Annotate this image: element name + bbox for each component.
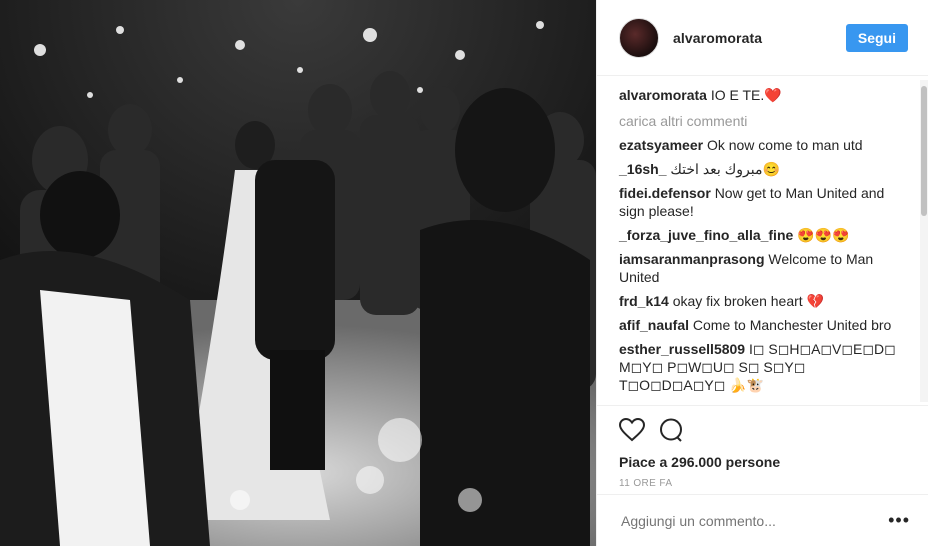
- comment-text: Ok now come to man utd: [706, 137, 863, 153]
- list-item: ezatsyameer Ok now come to man utd: [619, 136, 910, 154]
- comments-scrollbar[interactable]: [920, 80, 928, 402]
- list-item: _16sh_ مبروك بعد اختك😊: [619, 160, 910, 178]
- list-item: esther_russell5809 I◻ S◻H◻A◻V◻E◻D◻ M◻Y◻ …: [619, 340, 910, 394]
- comment-text: مبروك بعد اختك😊: [670, 161, 780, 177]
- post-photo[interactable]: [0, 0, 596, 546]
- load-more-comments[interactable]: carica altri commenti: [619, 112, 910, 130]
- more-options-icon[interactable]: •••: [888, 510, 910, 531]
- comment-text: okay fix broken heart 💔: [672, 293, 824, 309]
- comment-username[interactable]: esther_russell5809: [619, 341, 745, 357]
- comment-username[interactable]: iamsaranmanprasong: [619, 251, 765, 267]
- caption-username[interactable]: alvaromorata: [619, 87, 707, 103]
- comment-icon[interactable]: [659, 418, 683, 447]
- comment-username[interactable]: _16sh_: [619, 161, 666, 177]
- comment-username[interactable]: fidei.defensor: [619, 185, 711, 201]
- caption-text: IO E TE.❤️: [710, 87, 782, 103]
- list-item: _forza_juve_fino_alla_fine 😍😍😍: [619, 226, 910, 244]
- follow-button[interactable]: Segui: [845, 23, 908, 52]
- scrollbar-thumb[interactable]: [921, 86, 927, 216]
- list-item: afif_naufal Come to Manchester United br…: [619, 316, 910, 334]
- comment-text: Come to Manchester United bro: [692, 317, 892, 333]
- list-item: iamsaranmanprasong Welcome to Man United: [619, 250, 910, 286]
- list-item: fidei.defensor Now get to Man United and…: [619, 184, 910, 220]
- heart-icon[interactable]: [618, 417, 646, 447]
- comment-text: 😍😍😍: [797, 227, 850, 243]
- instagram-post: alvaromorata Segui alvaromorata IO E TE.…: [0, 0, 928, 546]
- list-item: frd_k14 okay fix broken heart 💔: [619, 292, 910, 310]
- add-comment-bar: •••: [597, 494, 928, 546]
- avatar[interactable]: [619, 17, 659, 58]
- likes-count[interactable]: Piace a 296.000 persone: [619, 454, 908, 470]
- comment-username[interactable]: _forza_juve_fino_alla_fine: [619, 227, 793, 243]
- post-username[interactable]: alvaromorata: [673, 30, 846, 46]
- comment-username[interactable]: ezatsyameer: [619, 137, 703, 153]
- comment-username[interactable]: afif_naufal: [619, 317, 689, 333]
- caption: alvaromorata IO E TE.❤️: [619, 86, 910, 104]
- add-comment-input[interactable]: [619, 511, 889, 530]
- comment-username[interactable]: frd_k14: [619, 293, 669, 309]
- post-timestamp[interactable]: 11 ORE FA: [619, 478, 908, 489]
- post-header: alvaromorata Segui: [597, 0, 928, 76]
- post-side-panel: alvaromorata Segui alvaromorata IO E TE.…: [596, 0, 928, 546]
- action-icons: [618, 416, 908, 448]
- comments-list[interactable]: alvaromorata IO E TE.❤️ carica altri com…: [597, 76, 928, 405]
- wedding-photo-image: [0, 0, 596, 546]
